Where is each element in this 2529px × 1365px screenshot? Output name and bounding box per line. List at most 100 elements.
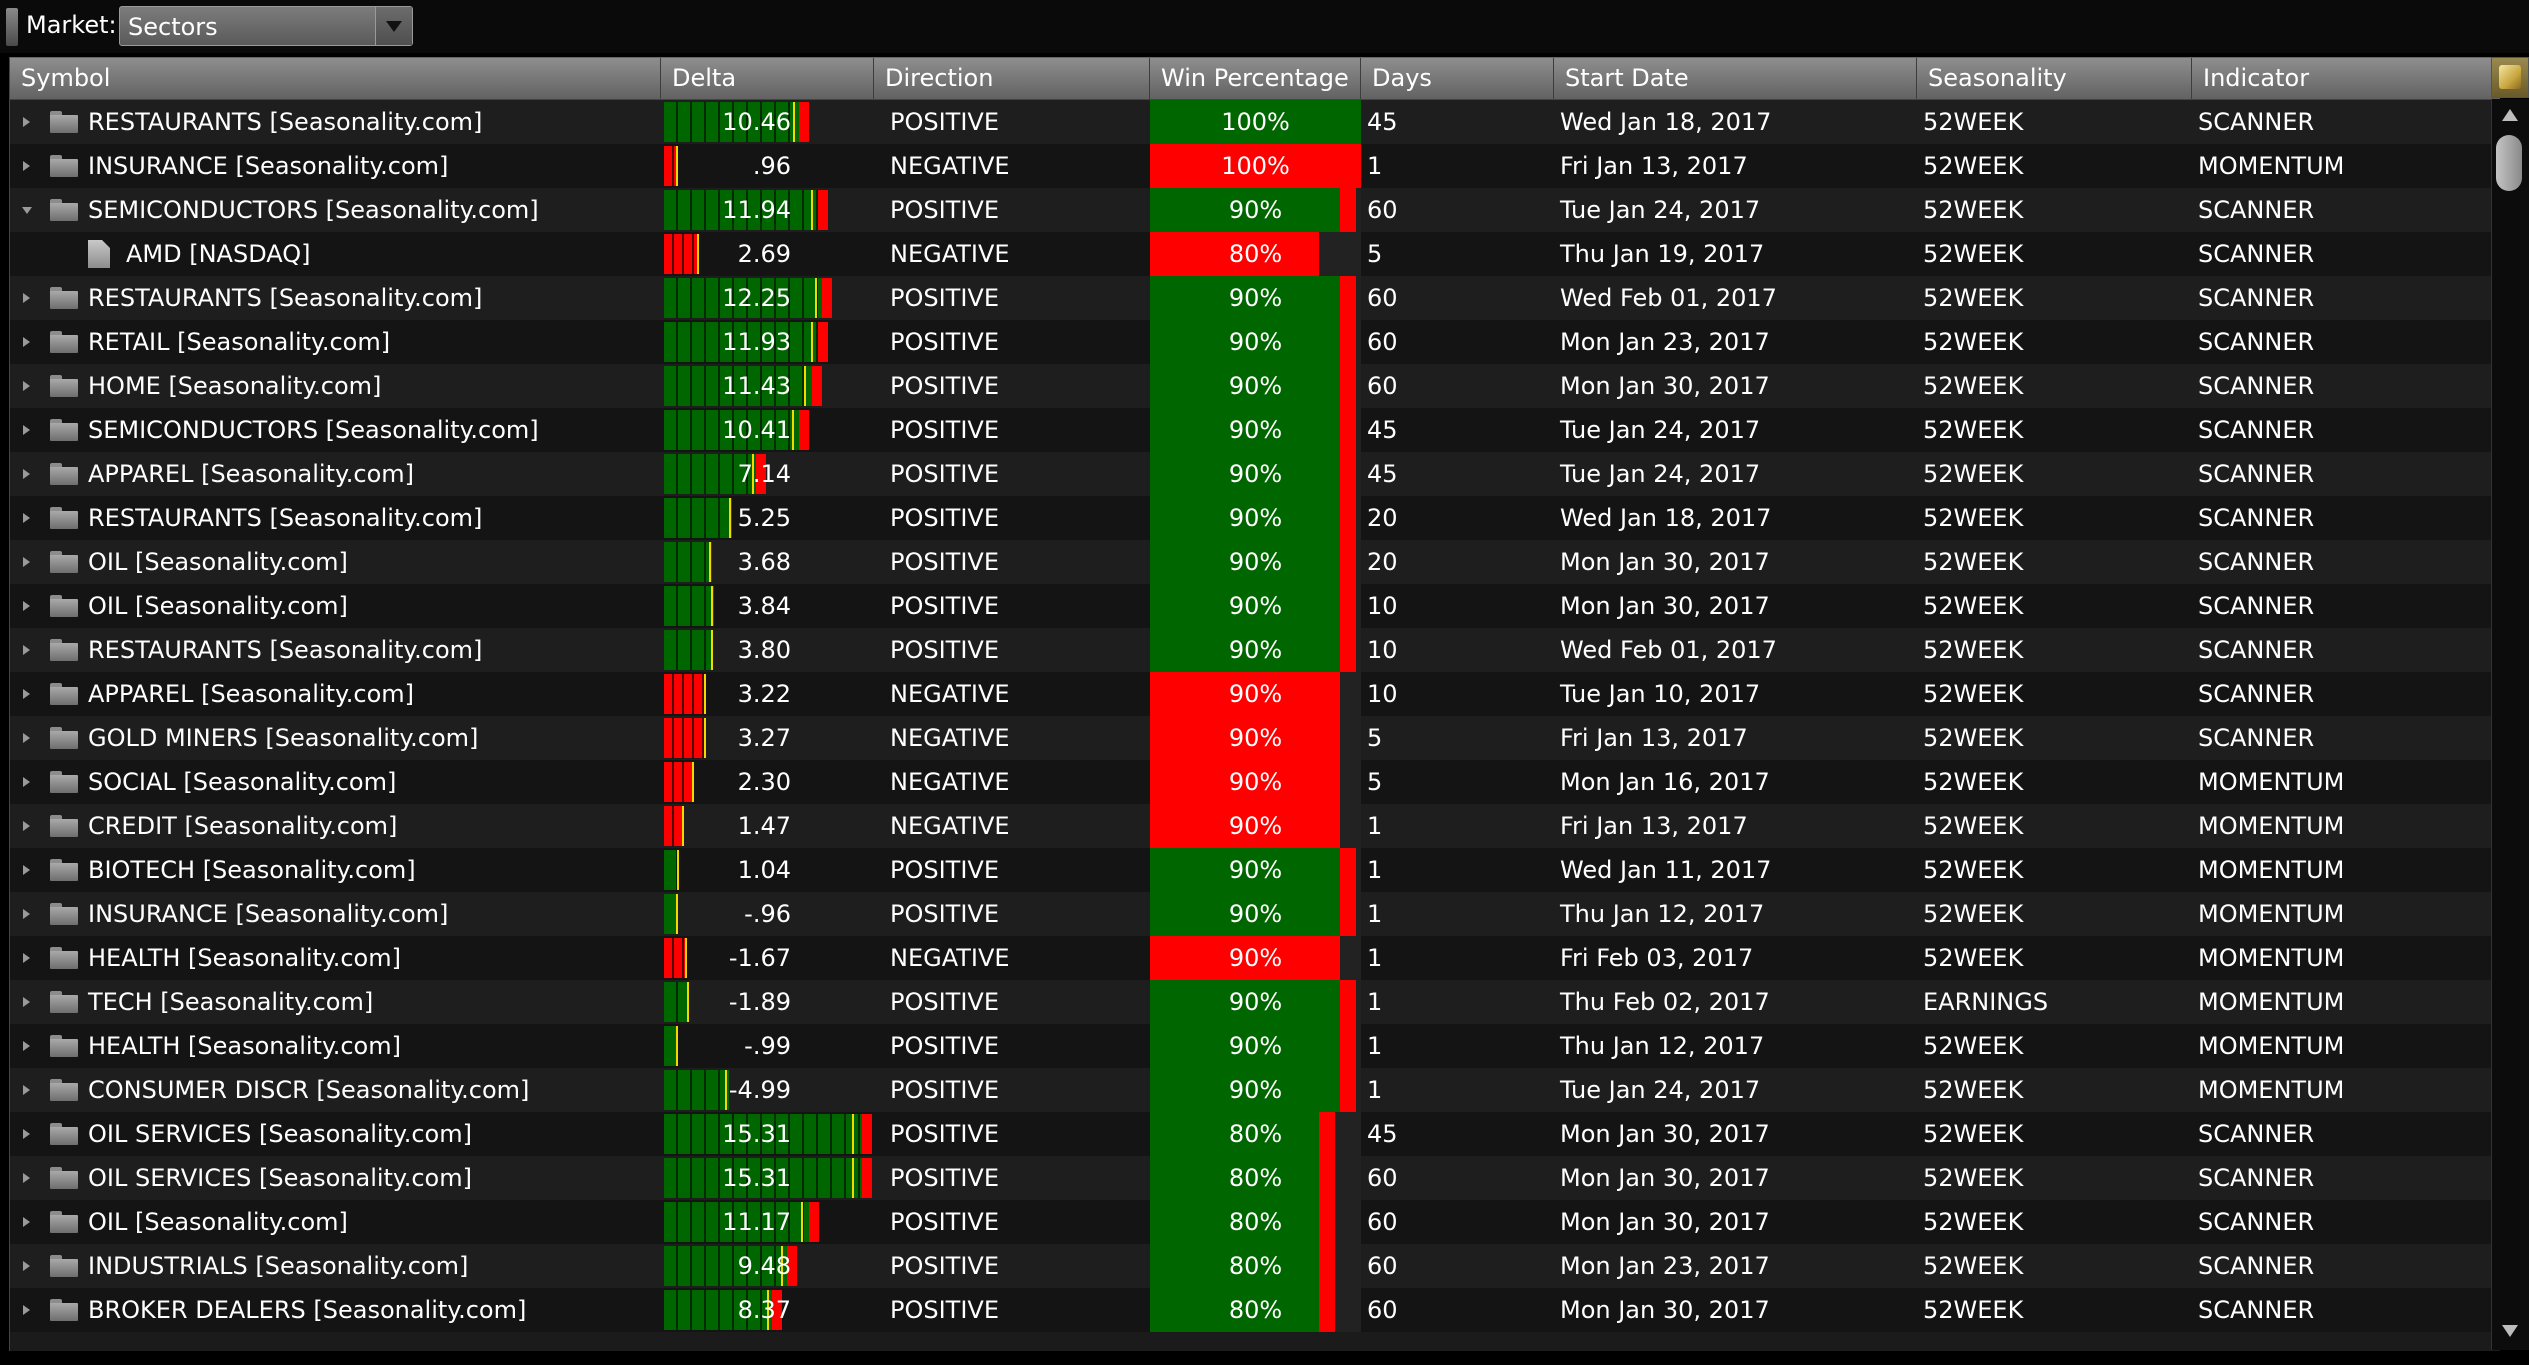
table-row[interactable]: RESTAURANTS [Seasonality.com] 5.25 POSITIV… bbox=[10, 496, 2500, 540]
market-dropdown-button[interactable] bbox=[375, 7, 412, 45]
collapse-arrow-icon[interactable] bbox=[22, 207, 32, 214]
table-row[interactable]: CREDIT [Seasonality.com] 1.47 NEGATIVE 90% 1… bbox=[10, 804, 2500, 848]
expand-arrow-icon[interactable] bbox=[23, 117, 30, 127]
table-row[interactable]: APPAREL [Seasonality.com] 3.22 NEGATIVE 90%… bbox=[10, 672, 2500, 716]
table-row[interactable]: HOME [Seasonality.com] 11.43 POSITIVE 90% 60… bbox=[10, 364, 2500, 408]
table-row[interactable]: RESTAURANTS [Seasonality.com] 12.25 POSITI… bbox=[10, 276, 2500, 320]
expand-arrow-icon[interactable] bbox=[23, 293, 30, 303]
expand-arrow-icon[interactable] bbox=[23, 513, 30, 523]
table-row[interactable]: APPAREL [Seasonality.com] 7.14 POSITIVE 90%… bbox=[10, 452, 2500, 496]
table-row[interactable]: OIL [Seasonality.com] 3.84 POSITIVE 90% 10 Mo… bbox=[10, 584, 2500, 628]
symbol-cell[interactable]: INSURANCE [Seasonality.com] bbox=[10, 144, 661, 188]
symbol-cell[interactable]: RESTAURANTS [Seasonality.com] bbox=[10, 496, 661, 540]
symbol-cell[interactable]: RESTAURANTS [Seasonality.com] bbox=[10, 628, 661, 672]
expand-arrow-icon[interactable] bbox=[23, 953, 30, 963]
expand-arrow-icon[interactable] bbox=[23, 1261, 30, 1271]
symbol-cell[interactable]: INSURANCE [Seasonality.com] bbox=[10, 892, 661, 936]
table-row[interactable]: HEALTH [Seasonality.com] -.99 POSITIVE 90% 1… bbox=[10, 1024, 2500, 1068]
scroll-up-arrow-icon[interactable] bbox=[2502, 109, 2518, 121]
scroll-down-arrow-icon[interactable] bbox=[2502, 1325, 2518, 1337]
expand-arrow-icon[interactable] bbox=[23, 865, 30, 875]
expand-arrow-icon[interactable] bbox=[23, 733, 30, 743]
symbol-cell[interactable]: SOCIAL [Seasonality.com] bbox=[10, 760, 661, 804]
market-dropdown[interactable]: Sectors bbox=[119, 6, 413, 46]
table-row[interactable]: SEMICONDUCTORS [Seasonality.com] 11.94 POS… bbox=[10, 188, 2500, 232]
symbol-cell[interactable]: OIL [Seasonality.com] bbox=[10, 540, 661, 584]
table-row[interactable]: BIOTECH [Seasonality.com] 1.04 POSITIVE 90%… bbox=[10, 848, 2500, 892]
table-row[interactable]: OIL [Seasonality.com] 11.17 POSITIVE 80% 60 M… bbox=[10, 1200, 2500, 1244]
expand-arrow-icon[interactable] bbox=[23, 1305, 30, 1315]
table-row[interactable]: OIL SERVICES [Seasonality.com] 15.31 POSIT… bbox=[10, 1112, 2500, 1156]
symbol-cell[interactable]: BIOTECH [Seasonality.com] bbox=[10, 848, 661, 892]
table-row[interactable]: RESTAURANTS [Seasonality.com] 10.46 POSITI… bbox=[10, 100, 2500, 144]
table-row[interactable]: BROKER DEALERS [Seasonality.com] 8.37 POSI… bbox=[10, 1288, 2500, 1332]
table-row[interactable]: RETAIL [Seasonality.com] 11.93 POSITIVE 90%… bbox=[10, 320, 2500, 364]
symbol-cell[interactable]: OIL SERVICES [Seasonality.com] bbox=[10, 1156, 661, 1200]
expand-arrow-icon[interactable] bbox=[23, 161, 30, 171]
symbol-cell[interactable]: GOLD MINERS [Seasonality.com] bbox=[10, 716, 661, 760]
column-header-win-percentage[interactable]: Win Percentage bbox=[1150, 58, 1361, 99]
table-row[interactable]: AMD [NASDAQ] 2.69 NEGATIVE 80% 5 Thu Jan 19, … bbox=[10, 232, 2500, 276]
symbol-cell[interactable]: BROKER DEALERS [Seasonality.com] bbox=[10, 1288, 661, 1332]
symbol-cell[interactable]: HEALTH [Seasonality.com] bbox=[10, 936, 661, 980]
symbol-cell[interactable]: HOME [Seasonality.com] bbox=[10, 364, 661, 408]
table-row[interactable]: GOLD MINERS [Seasonality.com] 3.27 NEGATIV… bbox=[10, 716, 2500, 760]
column-header-days[interactable]: Days bbox=[1361, 58, 1554, 99]
expand-arrow-icon[interactable] bbox=[23, 381, 30, 391]
table-row[interactable]: RESTAURANTS [Seasonality.com] 3.80 POSITIV… bbox=[10, 628, 2500, 672]
symbol-cell[interactable]: SEMICONDUCTORS [Seasonality.com] bbox=[10, 188, 661, 232]
table-row[interactable]: CONSUMER DISCR [Seasonality.com] -4.99 POS… bbox=[10, 1068, 2500, 1112]
table-row[interactable]: SEMICONDUCTORS [Seasonality.com] 10.41 POS… bbox=[10, 408, 2500, 452]
symbol-cell[interactable]: RESTAURANTS [Seasonality.com] bbox=[10, 100, 661, 144]
symbol-cell[interactable]: CREDIT [Seasonality.com] bbox=[10, 804, 661, 848]
expand-arrow-icon[interactable] bbox=[23, 777, 30, 787]
expand-arrow-icon[interactable] bbox=[23, 909, 30, 919]
symbol-cell[interactable]: OIL [Seasonality.com] bbox=[10, 584, 661, 628]
column-chooser-button[interactable] bbox=[2491, 57, 2529, 98]
symbol-cell[interactable]: AMD [NASDAQ] bbox=[10, 232, 661, 276]
table-row[interactable]: HEALTH [Seasonality.com] -1.67 NEGATIVE 90%… bbox=[10, 936, 2500, 980]
symbol-cell[interactable]: RESTAURANTS [Seasonality.com] bbox=[10, 276, 661, 320]
symbol-cell[interactable]: RETAIL [Seasonality.com] bbox=[10, 320, 661, 364]
expand-arrow-icon[interactable] bbox=[23, 821, 30, 831]
expand-arrow-icon[interactable] bbox=[23, 337, 30, 347]
table-row[interactable]: OIL SERVICES [Seasonality.com] 15.31 POSIT… bbox=[10, 1156, 2500, 1200]
expand-arrow-icon[interactable] bbox=[23, 601, 30, 611]
column-header-direction[interactable]: Direction bbox=[874, 58, 1150, 99]
expand-arrow-icon[interactable] bbox=[23, 1085, 30, 1095]
table-row[interactable]: INSURANCE [Seasonality.com] -.96 POSITIVE 9… bbox=[10, 892, 2500, 936]
expand-arrow-icon[interactable] bbox=[23, 469, 30, 479]
expand-arrow-icon[interactable] bbox=[23, 557, 30, 567]
expand-arrow-icon[interactable] bbox=[23, 425, 30, 435]
scrollbar-thumb[interactable] bbox=[2496, 135, 2522, 191]
column-header-indicator[interactable]: Indicator bbox=[2192, 58, 2500, 99]
table-row[interactable]: OIL [Seasonality.com] 3.68 POSITIVE 90% 20 Mo… bbox=[10, 540, 2500, 584]
symbol-cell[interactable]: OIL SERVICES [Seasonality.com] bbox=[10, 1112, 661, 1156]
column-header-symbol[interactable]: Symbol bbox=[10, 58, 661, 99]
symbol-cell[interactable]: CONSUMER DISCR [Seasonality.com] bbox=[10, 1068, 661, 1112]
symbol-cell[interactable]: OIL [Seasonality.com] bbox=[10, 1200, 661, 1244]
toolbar-grip-handle[interactable] bbox=[6, 8, 18, 46]
table-row[interactable]: SOCIAL [Seasonality.com] 2.30 NEGATIVE 90% 5… bbox=[10, 760, 2500, 804]
symbol-cell[interactable]: TECH [Seasonality.com] bbox=[10, 980, 661, 1024]
expand-arrow-icon[interactable] bbox=[23, 1129, 30, 1139]
expand-arrow-icon[interactable] bbox=[23, 997, 30, 1007]
table-row[interactable]: INSURANCE [Seasonality.com] .96 NEGATIVE 10… bbox=[10, 144, 2500, 188]
column-header-delta[interactable]: Delta bbox=[661, 58, 874, 99]
symbol-cell[interactable]: HEALTH [Seasonality.com] bbox=[10, 1024, 661, 1068]
vertical-scrollbar[interactable] bbox=[2491, 99, 2529, 1350]
expand-arrow-icon[interactable] bbox=[23, 1173, 30, 1183]
column-header-start-date[interactable]: Start Date bbox=[1554, 58, 1917, 99]
column-header-seasonality[interactable]: Seasonality bbox=[1917, 58, 2192, 99]
symbol-cell[interactable]: INDUSTRIALS [Seasonality.com] bbox=[10, 1244, 661, 1288]
expand-arrow-icon[interactable] bbox=[23, 689, 30, 699]
symbol-cell[interactable]: SEMICONDUCTORS [Seasonality.com] bbox=[10, 408, 661, 452]
table-row[interactable]: INDUSTRIALS [Seasonality.com] 9.48 POSITIV… bbox=[10, 1244, 2500, 1288]
expand-arrow-icon[interactable] bbox=[23, 645, 30, 655]
table-row[interactable]: TECH [Seasonality.com] -1.89 POSITIVE 90% 1 T… bbox=[10, 980, 2500, 1024]
symbol-cell[interactable]: APPAREL [Seasonality.com] bbox=[10, 452, 661, 496]
symbol-cell[interactable]: APPAREL [Seasonality.com] bbox=[10, 672, 661, 716]
expand-arrow-icon[interactable] bbox=[23, 1217, 30, 1227]
expand-arrow-icon[interactable] bbox=[23, 1041, 30, 1051]
start-date-cell: Wed Feb 01, 2017 bbox=[1560, 636, 1777, 664]
